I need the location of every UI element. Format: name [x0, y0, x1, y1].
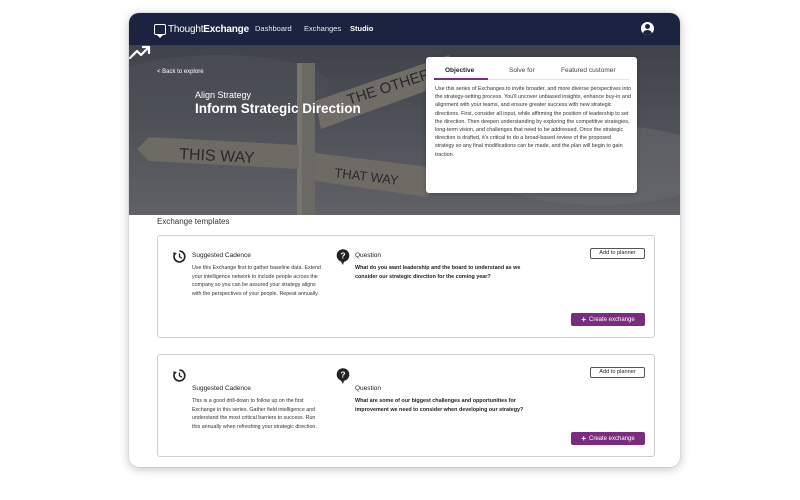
tab-solve-for[interactable]: Solve for [509, 67, 535, 74]
svg-text:?: ? [340, 370, 345, 380]
logo-text: ThoughtExchange [168, 23, 249, 35]
cadence-text: Use this Exchange first to gather baseli… [192, 265, 321, 297]
plus-icon: + [581, 315, 586, 324]
series-category: Align Strategy [195, 90, 252, 100]
series-info-card: Objective Solve for Featured customer Us… [426, 57, 637, 193]
app-window: ThoughtExchange Dashboard Exchanges Stud… [129, 13, 680, 467]
question-bubble-icon: ? [336, 368, 350, 384]
question-text: What do you want leadership and the boar… [355, 265, 521, 280]
question-label: Question [355, 252, 382, 259]
create-exchange-button[interactable]: + Create exchange [571, 313, 645, 326]
tab-featured-customer[interactable]: Featured customer [561, 67, 616, 74]
page-title: Inform Strategic Direction [195, 101, 361, 116]
svg-text:?: ? [340, 251, 345, 261]
question-label: Question [355, 385, 382, 392]
nav-link-dashboard[interactable]: Dashboard [255, 24, 292, 33]
cadence-label: Suggested Cadence [192, 252, 251, 259]
thoughtexchange-logo[interactable]: ThoughtExchange [154, 23, 249, 38]
trend-up-icon [129, 45, 151, 59]
create-exchange-label: Create exchange [588, 317, 635, 323]
exchange-template-card: Suggested Cadence This is a good drill-d… [157, 354, 655, 457]
plus-icon: + [581, 434, 586, 443]
clock-refresh-icon [173, 250, 186, 263]
add-to-planner-button[interactable]: Add to planner [590, 248, 645, 259]
create-exchange-button[interactable]: + Create exchange [571, 432, 645, 445]
cadence-text: This is a good drill-down to follow up o… [192, 398, 317, 430]
clock-refresh-icon [173, 369, 186, 382]
tab-objective[interactable]: Objective [445, 67, 474, 74]
back-to-explore-link[interactable]: < Back to explore [157, 69, 204, 75]
active-tab-indicator [434, 78, 488, 80]
add-to-planner-button[interactable]: Add to planner [590, 367, 645, 378]
section-title: Exchange templates [157, 217, 230, 226]
objective-description: Use this series of Exchanges to invite b… [435, 86, 631, 158]
cadence-label: Suggested Cadence [192, 385, 251, 392]
logo-mark-icon [154, 23, 166, 38]
question-text: What are some of our biggest challenges … [355, 398, 524, 413]
question-bubble-icon: ? [336, 249, 350, 265]
user-avatar-icon[interactable] [641, 22, 654, 35]
nav-link-studio[interactable]: Studio [350, 24, 373, 33]
create-exchange-label: Create exchange [588, 436, 635, 442]
nav-link-exchanges[interactable]: Exchanges [304, 24, 341, 33]
exchange-template-card: Suggested Cadence Use this Exchange firs… [157, 235, 655, 338]
top-navbar: ThoughtExchange Dashboard Exchanges Stud… [129, 13, 680, 45]
